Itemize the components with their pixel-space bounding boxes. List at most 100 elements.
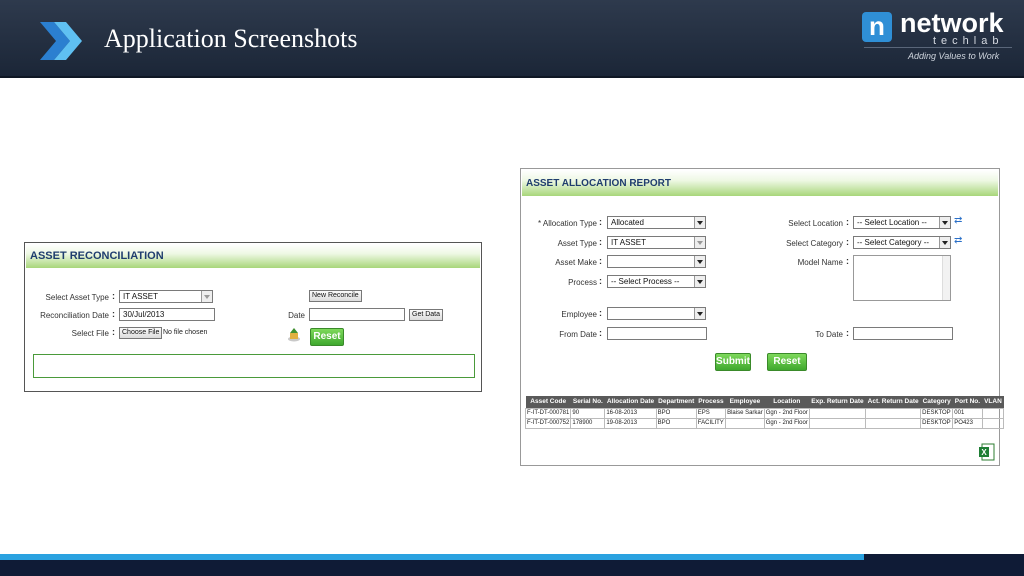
panel-header: ASSET RECONCILIATION: [26, 244, 480, 268]
recon-date-label: Reconciliation Date: [40, 311, 109, 320]
column-header[interactable]: Port No.: [952, 396, 983, 408]
asset-make-select[interactable]: [607, 255, 706, 268]
date-input[interactable]: [309, 308, 405, 321]
table-cell: EPS: [695, 407, 727, 419]
column-header[interactable]: Allocation Date: [604, 396, 657, 408]
table-cell: [808, 417, 867, 429]
column-header[interactable]: Process: [696, 396, 726, 408]
column-header[interactable]: Location: [764, 396, 810, 408]
process-select[interactable]: -- Select Process --: [607, 275, 706, 288]
table-cell: [981, 407, 1005, 419]
page-title: Application Screenshots: [104, 24, 358, 53]
table-row[interactable]: F-IT-DT-000752 178900 19-08-2013 BPO FAC…: [524, 417, 1005, 429]
colon: :: [846, 328, 849, 338]
textarea-scrollbar[interactable]: [942, 256, 950, 300]
choose-file-button[interactable]: Choose File: [119, 327, 163, 339]
employee-select[interactable]: [607, 307, 706, 320]
table-cell: Ggn - 2nd Floor: [763, 417, 810, 429]
table-cell: 001: [952, 407, 983, 419]
table-cell: BPO: [655, 417, 697, 429]
table-cell: F-IT-DT-000781: [524, 407, 572, 419]
submit-button[interactable]: Submit: [715, 353, 751, 371]
column-header[interactable]: Act. Return Date: [865, 396, 921, 408]
select-location-label: Select Location: [788, 219, 843, 228]
allocation-type-select[interactable]: Allocated: [607, 216, 706, 229]
column-header[interactable]: Exp. Return Date: [809, 396, 866, 408]
select-location-select[interactable]: -- Select Location --: [853, 216, 951, 229]
table-cell: DESKTOP: [920, 417, 954, 429]
column-header[interactable]: Serial No.: [570, 396, 605, 408]
model-name-label: Model Name: [797, 258, 843, 267]
table-cell: [981, 417, 1005, 429]
process-label: Process: [568, 278, 597, 287]
select-category-label: Select Category: [786, 239, 843, 248]
reset-button[interactable]: Reset: [767, 353, 807, 371]
network-logo-icon: n: [862, 12, 892, 42]
svg-text:X: X: [981, 448, 987, 457]
column-header[interactable]: Department: [656, 396, 697, 408]
table-header-row: Asset Code Serial No. Allocation Date De…: [525, 396, 1004, 408]
chevron-down-icon: [694, 308, 705, 319]
asset-type-value: IT ASSET: [123, 292, 158, 301]
asset-type-select[interactable]: IT ASSET: [607, 236, 706, 249]
table-cell: 178900: [570, 417, 606, 429]
table-row[interactable]: F-IT-DT-000781 90 16-08-2013 BPO EPS Bla…: [524, 407, 1005, 419]
slide-header: Application Screenshots n network techla…: [0, 0, 1024, 78]
colon: :: [599, 217, 602, 227]
get-data-button[interactable]: Get Data: [409, 309, 444, 321]
table-cell: [808, 407, 867, 419]
colon: :: [599, 308, 602, 318]
from-date-label: From Date: [559, 330, 597, 339]
colon: :: [599, 276, 602, 286]
table-cell: 90: [570, 407, 606, 419]
model-name-textarea[interactable]: [853, 255, 951, 301]
chevron-down-icon: [694, 276, 705, 287]
table-cell: Ggn - 2nd Floor: [763, 407, 810, 419]
table-cell: [865, 417, 922, 429]
to-date-input[interactable]: [853, 327, 953, 340]
column-header[interactable]: VLAN: [982, 396, 1004, 408]
panel-title: ASSET ALLOCATION REPORT: [526, 178, 671, 189]
select-file-label: Select File: [71, 329, 109, 338]
colon: :: [112, 327, 115, 337]
chevron-logo-icon: [40, 22, 82, 60]
table-cell: [725, 417, 765, 429]
select-location-value: -- Select Location --: [857, 218, 927, 227]
allocation-type-label: * Allocation Type: [537, 219, 597, 228]
date-label: Date: [288, 311, 305, 320]
refresh-category-icon[interactable]: ⇄: [954, 235, 962, 246]
table-cell: F-IT-DT-000752: [524, 417, 572, 429]
refresh-location-icon[interactable]: ⇄: [954, 215, 962, 226]
upload-icon[interactable]: [287, 328, 301, 342]
column-header[interactable]: Category: [920, 396, 953, 408]
colon: :: [112, 309, 115, 319]
reset-button[interactable]: Reset: [310, 328, 344, 346]
table-cell: 19-08-2013: [604, 417, 657, 429]
asset-reconciliation-panel: ASSET RECONCILIATION Select Asset Type :…: [24, 242, 482, 392]
no-file-text: No file chosen: [163, 329, 208, 336]
new-reconcile-button[interactable]: New Reconcile: [309, 290, 362, 302]
asset-type-label: Select Asset Type: [45, 293, 109, 302]
select-category-select[interactable]: -- Select Category --: [853, 236, 951, 249]
logo-tagline: Adding Values to Work: [908, 51, 1000, 61]
allocation-report-table: Asset Code Serial No. Allocation Date De…: [524, 396, 1005, 429]
recon-date-input[interactable]: 30/Jul/2013: [119, 308, 215, 321]
asset-type-select[interactable]: IT ASSET: [119, 290, 213, 303]
excel-export-icon[interactable]: X: [979, 443, 995, 461]
column-header[interactable]: Asset Code: [525, 396, 571, 408]
colon: :: [112, 291, 115, 301]
to-date-label: To Date: [815, 330, 843, 339]
asset-type-label: Asset Type: [557, 239, 597, 248]
asset-type-value: IT ASSET: [611, 238, 646, 247]
footer-bar: [0, 560, 1024, 576]
employee-label: Employee: [561, 310, 597, 319]
chevron-down-icon: [939, 237, 950, 248]
table-cell: DESKTOP: [920, 407, 954, 419]
chevron-down-icon: [201, 291, 212, 302]
from-date-input[interactable]: [607, 327, 707, 340]
allocation-type-value: Allocated: [611, 218, 644, 227]
column-header[interactable]: Employee: [725, 396, 765, 408]
logo-divider: [864, 47, 1012, 48]
chevron-down-icon: [694, 256, 705, 267]
select-category-value: -- Select Category --: [857, 238, 930, 247]
